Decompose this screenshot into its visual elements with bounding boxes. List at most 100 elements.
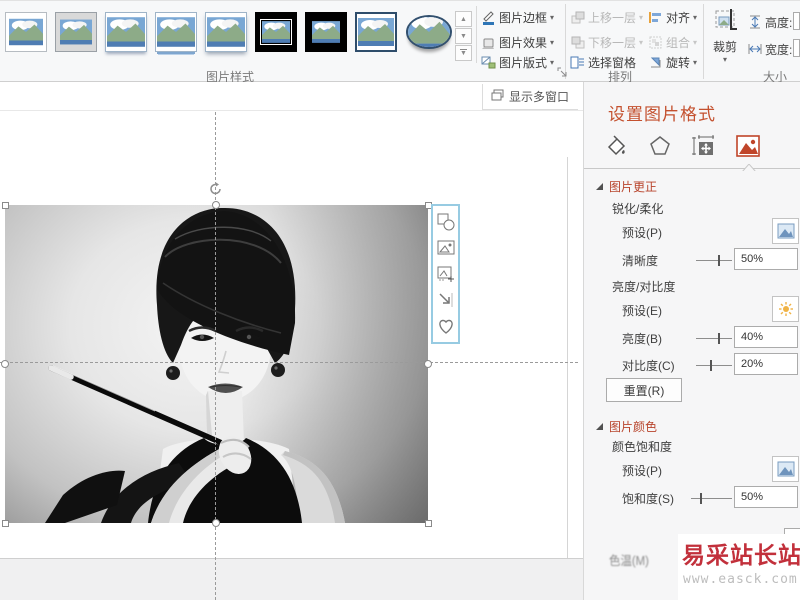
dropdown-arrow-icon: ▾ [693,38,697,47]
bring-forward-button[interactable]: 上移一层 ▾ [570,8,643,26]
contrast-label: 对比度(C) [622,357,675,374]
align-button[interactable]: 对齐 ▾ [648,8,697,26]
selected-tab-notch [742,161,756,169]
pane-title: 设置图片格式 [608,100,716,125]
dropdown-arrow-icon: ▾ [550,38,554,47]
sharpness-label: 清晰度 [622,252,658,269]
shapes-icon[interactable] [436,212,456,232]
send-backward-icon [570,35,585,50]
width-input[interactable] [793,39,800,57]
picture-effects-icon [481,35,496,50]
sharpen-soften-label: 锐化/柔化 [612,200,663,217]
height-input[interactable] [793,12,800,30]
format-picture-pane: 设置图片格式 图片更正 锐化/柔化 预设(P) 清晰度 亮度/对比度 预设(E)… [583,82,800,600]
powerpoint-window: ▲ ▼ ▼ 图片边框 ▾ 图片效果 ▾ 图片版式 ▾ 上移一层 ▾ [0,0,800,600]
picture-style-thumbnail[interactable] [105,12,147,52]
picture-layout-button[interactable]: 图片版式 ▾ [481,53,554,71]
collapse-triangle-icon [596,423,603,430]
picture-style-thumbnail[interactable] [5,12,47,52]
picture-layout-icon [481,55,496,70]
picture-style-thumbnail[interactable] [155,12,197,52]
rotate-handle[interactable] [209,182,223,199]
gallery-more-button[interactable]: ▼ [455,45,472,61]
dropdown-arrow-icon: ▾ [550,58,554,67]
resize-handle-middle-right[interactable] [424,360,432,368]
sharpness-preset-label: 预设(P) [622,224,662,241]
selected-picture[interactable] [5,205,428,523]
dropdown-arrow-icon: ▾ [693,13,697,22]
gallery-down-icon: ▼ [460,33,467,40]
dropdown-arrow-icon: ▾ [639,38,643,47]
crop-icon [712,7,738,36]
resize-arrow-icon[interactable] [436,290,456,310]
picture-border-icon [481,10,496,25]
ribbon: ▲ ▼ ▼ 图片边框 ▾ 图片效果 ▾ 图片版式 ▾ 上移一层 ▾ [0,0,800,82]
color-tone-partial-label: 色温(M) [609,552,649,570]
sharpness-preset-button[interactable] [772,218,799,244]
resize-handle-bottom-center[interactable] [212,519,220,527]
resize-handle-top-left[interactable] [2,202,9,209]
picture-style-thumbnail[interactable] [205,12,247,52]
collapse-triangle-icon [596,183,603,190]
section-picture-color[interactable]: 图片颜色 [596,418,657,435]
height-field-row: 高度: [748,14,792,31]
heart-icon[interactable] [436,316,456,336]
picture-border-button[interactable]: 图片边框 ▾ [481,8,554,26]
tab-picture[interactable] [734,132,762,160]
resize-handle-bottom-right[interactable] [425,520,432,527]
width-icon [748,42,763,57]
contrast-slider[interactable] [696,365,732,366]
brightness-preset-button[interactable] [772,296,799,322]
horizontal-guide [0,362,578,363]
sharpness-slider[interactable] [696,260,732,261]
picture-style-thumbnail[interactable] [55,12,97,52]
picture-style-thumbnail[interactable] [255,12,297,52]
brightness-slider[interactable] [696,338,732,339]
picture-style-thumbnail[interactable] [355,12,397,52]
bring-forward-icon [570,10,585,25]
sharpness-input[interactable] [734,248,798,270]
gallery-down-button[interactable]: ▼ [455,28,472,44]
rotate-button[interactable]: 旋转 ▾ [648,53,697,71]
brightness-input[interactable] [734,326,798,348]
height-icon [748,15,763,30]
resize-handle-middle-left[interactable] [1,360,9,368]
saturation-input[interactable] [734,486,798,508]
picture-style-thumbnail[interactable] [404,12,454,52]
resize-handle-bottom-left[interactable] [2,520,9,527]
contrast-input[interactable] [734,353,798,375]
selection-pane-icon [570,55,585,70]
saturation-preset-button[interactable] [772,456,799,482]
canvas-divider [0,110,583,111]
group-button[interactable]: 组合 ▾ [648,33,697,51]
picture-style-thumbnail[interactable] [305,12,347,52]
picture-effects-button[interactable]: 图片效果 ▾ [481,33,554,51]
gallery-up-button[interactable]: ▲ [455,11,472,27]
reset-button[interactable]: 重置(R) [606,378,682,402]
off-slide-area [0,559,583,600]
change-picture-icon[interactable] [436,264,456,284]
gallery-more-icon: ▼ [460,49,467,57]
gallery-up-icon: ▲ [460,16,467,23]
resize-handle-top-center[interactable] [212,201,220,209]
picture-styles-dialog-launcher[interactable] [556,66,568,81]
slide-canvas[interactable]: 显示多窗口 [0,82,583,600]
send-backward-button[interactable]: 下移一层 ▾ [570,33,643,51]
tab-size-properties[interactable] [689,132,717,160]
picture-icon[interactable] [436,238,456,258]
saturation-label: 饱和度(S) [622,490,674,507]
watermark-site-name: 易采站长站 [682,536,800,570]
saturation-slider[interactable] [691,498,732,499]
brightness-preset-label: 预设(E) [622,302,662,319]
width-field-row: 宽度: [748,41,792,58]
dropdown-arrow-icon: ▾ [723,55,727,64]
saturation-preset-label: 预设(P) [622,462,662,479]
tab-effects[interactable] [646,132,674,160]
color-saturation-label: 颜色饱和度 [612,438,672,455]
brightness-label: 亮度(B) [622,330,662,347]
crop-button[interactable]: 裁剪 ▾ [706,7,744,65]
picture-mini-toolbar [431,204,460,344]
show-multiple-windows-button[interactable]: 显示多窗口 [482,84,578,110]
tab-fill-line[interactable] [602,132,630,160]
section-picture-corrections[interactable]: 图片更正 [596,178,657,195]
